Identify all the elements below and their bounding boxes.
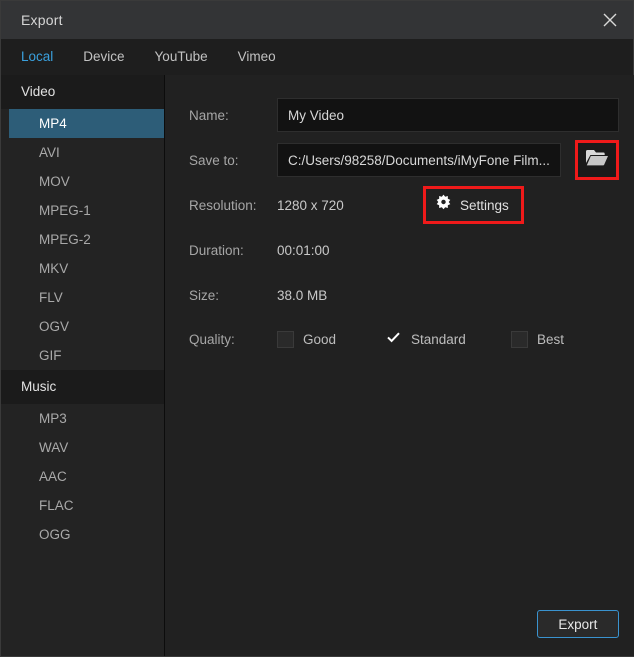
close-icon: [602, 12, 618, 28]
title-bar: Export: [1, 1, 633, 39]
sidebar-item-mov[interactable]: MOV: [9, 167, 164, 196]
sidebar-item-mp3[interactable]: MP3: [9, 404, 164, 433]
size-row: Size: 38.0 MB: [189, 277, 619, 313]
checkbox-standard[interactable]: [385, 330, 402, 348]
name-label: Name:: [189, 107, 229, 123]
export-settings-panel: Name: My Video Save to: C:/Users/98258/D…: [165, 75, 634, 656]
save-to-row: Save to: C:/Users/98258/Documents/iMyFon…: [189, 140, 619, 180]
format-sidebar: Video MP4 AVI MOV MPEG-1 MPEG-2 MKV FLV …: [1, 75, 165, 656]
quality-option-standard[interactable]: Standard: [385, 330, 511, 348]
dialog-body: Video MP4 AVI MOV MPEG-1 MPEG-2 MKV FLV …: [1, 75, 634, 656]
quality-label: Quality:: [189, 331, 235, 347]
quality-label-good: Good: [303, 331, 337, 347]
tab-vimeo[interactable]: Vimeo: [238, 39, 276, 75]
duration-value: 00:01:00: [277, 242, 330, 258]
sidebar-item-ogg[interactable]: OGG: [9, 520, 164, 549]
settings-label: Settings: [460, 197, 509, 213]
resolution-label: Resolution:: [189, 197, 257, 213]
size-value: 38.0 MB: [277, 287, 328, 303]
name-input[interactable]: My Video: [277, 98, 619, 132]
quality-row: Quality: Good Standard Best: [189, 322, 619, 356]
sidebar-item-gif[interactable]: GIF: [9, 341, 164, 370]
sidebar-item-mpeg-2[interactable]: MPEG-2: [9, 225, 164, 254]
sidebar-group-music: Music: [1, 370, 164, 404]
resolution-value: 1280 x 720: [277, 197, 344, 213]
sidebar-item-mp4[interactable]: MP4: [9, 109, 164, 138]
save-to-label: Save to:: [189, 152, 239, 168]
settings-button[interactable]: Settings: [423, 186, 524, 224]
sidebar-item-avi[interactable]: AVI: [9, 138, 164, 167]
save-to-input[interactable]: C:/Users/98258/Documents/iMyFone Film...: [277, 143, 561, 177]
quality-option-best[interactable]: Best: [511, 330, 565, 348]
name-row: Name: My Video: [189, 97, 619, 133]
size-label: Size:: [189, 287, 220, 303]
resolution-row: Resolution: 1280 x 720 Settings: [189, 186, 619, 224]
footer: Export: [536, 610, 619, 638]
sidebar-item-flac[interactable]: FLAC: [9, 491, 164, 520]
close-button[interactable]: [587, 1, 633, 39]
gear-icon: [435, 194, 452, 216]
sidebar-group-video: Video: [1, 75, 164, 109]
quality-option-good[interactable]: Good: [277, 330, 385, 348]
export-button[interactable]: Export: [536, 610, 619, 638]
duration-label: Duration:: [189, 242, 244, 258]
tab-device[interactable]: Device: [83, 39, 124, 75]
folder-icon: [585, 148, 609, 172]
export-dialog: Export Local Device YouTube Vimeo Video …: [0, 0, 634, 657]
check-icon: [387, 330, 400, 348]
sidebar-item-mkv[interactable]: MKV: [9, 254, 164, 283]
checkbox-best[interactable]: [511, 330, 528, 348]
duration-row: Duration: 00:01:00: [189, 232, 619, 268]
checkbox-good[interactable]: [277, 330, 294, 348]
quality-label-best: Best: [537, 331, 565, 347]
page-title: Export: [21, 12, 63, 28]
sidebar-item-mpeg-1[interactable]: MPEG-1: [9, 196, 164, 225]
tab-youtube[interactable]: YouTube: [155, 39, 208, 75]
sidebar-item-flv[interactable]: FLV: [9, 283, 164, 312]
sidebar-item-aac[interactable]: AAC: [9, 462, 164, 491]
browse-folder-button[interactable]: [574, 140, 619, 180]
tab-local[interactable]: Local: [21, 39, 53, 75]
tab-bar: Local Device YouTube Vimeo: [1, 39, 633, 75]
quality-label-standard: Standard: [411, 331, 466, 347]
sidebar-item-wav[interactable]: WAV: [9, 433, 164, 462]
sidebar-item-ogv[interactable]: OGV: [9, 312, 164, 341]
